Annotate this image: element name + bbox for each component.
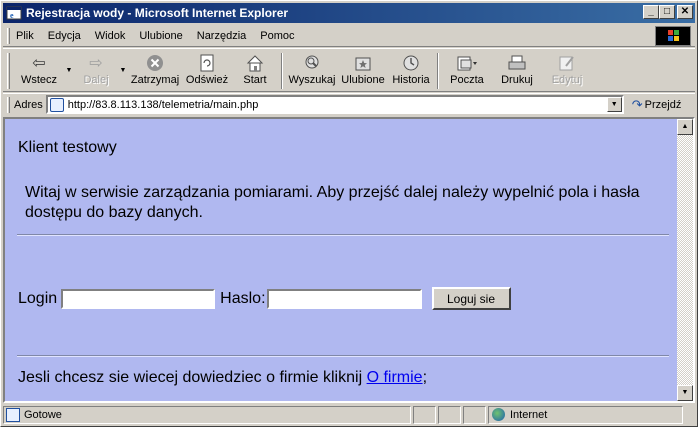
menu-help[interactable]: Pomoc bbox=[260, 30, 294, 42]
password-input[interactable] bbox=[266, 288, 422, 309]
status-bar: Gotowe Internet bbox=[3, 404, 695, 425]
status-pane bbox=[413, 405, 436, 424]
stop-button[interactable]: Zatrzymaj bbox=[128, 49, 182, 91]
refresh-icon bbox=[196, 53, 218, 73]
address-bar: Adres http://83.8.113.138/telemetria/mai… bbox=[3, 93, 695, 115]
status-pane bbox=[463, 405, 486, 424]
page-icon bbox=[49, 97, 64, 112]
toolbar-separator bbox=[281, 53, 283, 89]
minimize-button[interactable]: _ bbox=[643, 5, 659, 19]
stop-icon bbox=[144, 53, 166, 73]
login-label: Login bbox=[18, 289, 58, 307]
globe-icon bbox=[492, 408, 505, 421]
edit-button[interactable]: Edytuj bbox=[542, 49, 592, 91]
document-icon bbox=[6, 407, 20, 422]
menu-file[interactable]: Plik bbox=[16, 30, 34, 42]
go-button[interactable]: ↷ Przejdź bbox=[632, 97, 682, 113]
search-icon bbox=[301, 53, 323, 73]
divider bbox=[17, 234, 669, 236]
address-dropdown-icon[interactable]: ▼ bbox=[606, 97, 622, 112]
close-button[interactable]: ✕ bbox=[677, 5, 693, 19]
toolbar-separator bbox=[437, 53, 439, 89]
menu-view[interactable]: Widok bbox=[95, 30, 126, 42]
print-button[interactable]: Drukuj bbox=[492, 49, 542, 91]
windows-logo-icon bbox=[655, 26, 691, 46]
welcome-text: Witaj w serwisie zarządzania pomiarami. … bbox=[25, 184, 640, 221]
favorites-button[interactable]: Ulubione bbox=[338, 49, 388, 91]
footer-line: Jesli chcesz sie wiecej dowiedziec o fir… bbox=[18, 369, 427, 387]
login-form: Login Haslo: Loguj sie bbox=[18, 287, 511, 310]
login-button[interactable]: Loguj sie bbox=[431, 287, 511, 310]
svg-text:e: e bbox=[10, 11, 14, 20]
back-button[interactable]: ⇦ Wstecz bbox=[14, 49, 64, 91]
mail-icon bbox=[456, 53, 478, 73]
scroll-up-icon[interactable]: ▲ bbox=[677, 119, 693, 135]
forward-arrow-icon: ⇨ bbox=[89, 55, 103, 72]
printer-icon bbox=[506, 53, 528, 73]
menu-bar: Plik Edycja Widok Ulubione Narzędzia Pom… bbox=[3, 25, 695, 47]
scroll-down-icon[interactable]: ▼ bbox=[677, 385, 693, 401]
menu-favorites[interactable]: Ulubione bbox=[139, 30, 182, 42]
home-icon bbox=[244, 53, 266, 73]
maximize-button[interactable]: □ bbox=[659, 5, 675, 19]
page-body: Klient testowy Witaj w serwisie zarządza… bbox=[5, 119, 677, 401]
title-bar[interactable]: e Rejestracja wody - Microsoft Internet … bbox=[3, 3, 695, 23]
content-frame: Klient testowy Witaj w serwisie zarządza… bbox=[3, 117, 695, 403]
footer-text: Jesli chcesz sie wiecej dowiedziec o fir… bbox=[18, 369, 367, 386]
standard-toolbar: ⇦ Wstecz ▼ ⇨ Dalej ▼ Zatrzymaj Odśwież S… bbox=[3, 48, 695, 92]
history-icon bbox=[400, 53, 422, 73]
refresh-button[interactable]: Odśwież bbox=[182, 49, 232, 91]
back-dropdown-icon[interactable]: ▼ bbox=[64, 67, 74, 74]
address-label: Adres bbox=[14, 98, 43, 111]
status-text: Gotowe bbox=[24, 408, 62, 421]
edit-page-icon bbox=[556, 53, 578, 73]
address-grip[interactable] bbox=[7, 96, 10, 113]
history-button[interactable]: Historia bbox=[388, 49, 434, 91]
address-input[interactable]: http://83.8.113.138/telemetria/main.php … bbox=[45, 95, 624, 114]
divider bbox=[17, 355, 669, 357]
search-button[interactable]: Wyszukaj bbox=[286, 49, 338, 91]
status-main: Gotowe bbox=[3, 405, 411, 424]
password-label: Haslo: bbox=[220, 289, 266, 307]
window-title: Rejestracja wody - Microsoft Internet Ex… bbox=[26, 6, 289, 20]
forward-button[interactable]: ⇨ Dalej bbox=[74, 49, 118, 91]
favorites-icon bbox=[352, 53, 374, 73]
menu-tools[interactable]: Narzędzia bbox=[197, 30, 247, 42]
browser-window: e Rejestracja wody - Microsoft Internet … bbox=[0, 0, 698, 427]
login-input[interactable] bbox=[61, 288, 216, 309]
toolbar-grip[interactable] bbox=[7, 53, 10, 89]
status-zone: Internet bbox=[488, 405, 683, 424]
page-heading: Klient testowy bbox=[18, 139, 117, 156]
home-button[interactable]: Start bbox=[232, 49, 278, 91]
menu-edit[interactable]: Edycja bbox=[48, 30, 81, 42]
mail-button[interactable]: Poczta bbox=[442, 49, 492, 91]
go-arrow-icon: ↷ bbox=[631, 96, 643, 112]
footer-end: ; bbox=[422, 369, 428, 386]
back-arrow-icon: ⇦ bbox=[32, 55, 46, 72]
status-pane bbox=[438, 405, 461, 424]
ie-icon: e bbox=[6, 5, 22, 21]
zone-text: Internet bbox=[510, 408, 548, 421]
forward-dropdown-icon[interactable]: ▼ bbox=[118, 67, 128, 74]
about-company-link[interactable]: O firmie bbox=[367, 369, 423, 386]
address-url[interactable]: http://83.8.113.138/telemetria/main.php bbox=[68, 99, 259, 111]
menu-grip[interactable] bbox=[7, 27, 10, 44]
scroll-track[interactable] bbox=[677, 135, 693, 385]
vertical-scrollbar[interactable]: ▲ ▼ bbox=[677, 119, 693, 401]
